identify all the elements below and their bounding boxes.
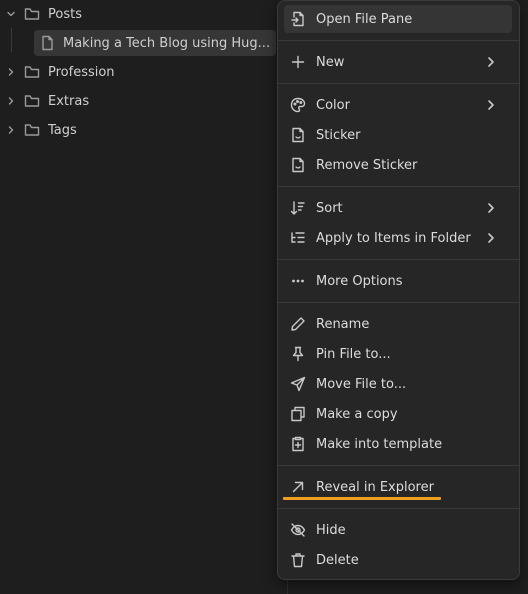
folder-icon [24,122,40,138]
menu-item-label: Hide [316,522,346,538]
menu-item-label: Delete [316,552,359,568]
trash-icon [290,552,306,568]
chevron-right-icon[interactable] [4,94,18,108]
menu-item-make-copy[interactable]: Make a copy [284,400,512,428]
menu-item-label: Color [316,97,350,113]
menu-item-sort[interactable]: Sort [284,194,512,222]
more-horizontal-icon [290,273,306,289]
menu-item-sticker[interactable]: Sticker [284,121,512,149]
menu-separator [278,259,519,260]
menu-item-label: Reveal in Explorer [316,479,434,495]
file-label: Making a Tech Blog using Hug... [63,35,271,51]
menu-item-open-file-pane[interactable]: Open File Pane [284,5,512,33]
menu-item-label: Make a copy [316,406,398,422]
menu-item-move-file[interactable]: Move File to... [284,370,512,398]
menu-item-label: Remove Sticker [316,157,418,173]
pin-icon [290,346,306,362]
chevron-right-icon [484,201,498,215]
menu-item-label: Move File to... [316,376,407,392]
menu-separator [278,302,519,303]
menu-item-rename[interactable]: Rename [284,310,512,338]
menu-item-more-options[interactable]: More Options [284,267,512,295]
send-icon [290,376,306,392]
context-menu: Open File Pane New Color Sticker Remove … [277,0,520,580]
chevron-right-icon [484,55,498,69]
copy-icon [290,406,306,422]
menu-item-label: Sort [316,200,343,216]
menu-separator [278,465,519,466]
list-tree-icon [290,230,306,246]
menu-item-pin-file[interactable]: Pin File to... [284,340,512,368]
menu-separator [278,40,519,41]
menu-item-make-template[interactable]: Make into template [284,430,512,458]
menu-separator [278,186,519,187]
menu-item-remove-sticker[interactable]: Remove Sticker [284,151,512,179]
menu-item-label: Rename [316,316,370,332]
sticker-icon [290,157,306,173]
file-item-tech-blog[interactable]: Making a Tech Blog using Hug... [34,30,276,56]
pencil-icon [290,316,306,332]
plus-icon [290,54,306,70]
chevron-down-icon[interactable] [4,7,18,21]
file-explorer: Posts Making a Tech Blog using Hug... Pr… [0,0,287,594]
chevron-right-icon[interactable] [4,123,18,137]
clipboard-plus-icon [290,436,306,452]
folder-profession[interactable]: Profession [4,59,115,85]
menu-item-label: New [316,54,345,70]
menu-item-delete[interactable]: Delete [284,546,512,574]
eye-off-icon [290,522,306,538]
menu-item-label: Sticker [316,127,361,143]
chevron-right-icon [484,98,498,112]
menu-item-label: Make into template [316,436,443,452]
highlight-underline [283,497,441,500]
menu-separator [278,508,519,509]
palette-icon [290,97,306,113]
folder-label: Posts [48,6,82,22]
folder-icon [24,64,40,80]
folder-label: Extras [48,93,90,109]
menu-item-color[interactable]: Color [284,91,512,119]
menu-item-label: More Options [316,273,403,289]
file-input-icon [290,11,306,27]
menu-item-new[interactable]: New [284,48,512,76]
arrow-up-right-icon [290,479,306,495]
menu-item-label: Pin File to... [316,346,391,362]
menu-item-label: Open File Pane [316,11,413,27]
chevron-right-icon[interactable] [4,65,18,79]
folder-icon [24,93,40,109]
folder-extras[interactable]: Extras [4,88,89,114]
file-icon [39,35,55,51]
menu-separator [278,83,519,84]
menu-item-hide[interactable]: Hide [284,516,512,544]
folder-tags[interactable]: Tags [4,117,77,143]
sticker-icon [290,127,306,143]
menu-item-apply-to-items[interactable]: Apply to Items in Folder [284,224,512,252]
folder-posts[interactable]: Posts [4,1,82,27]
folder-label: Profession [48,64,115,80]
folder-icon [24,6,40,22]
tree-guide-line [11,28,12,52]
folder-label: Tags [48,122,77,138]
sort-icon [290,200,306,216]
menu-item-label: Apply to Items in Folder [316,230,471,246]
chevron-right-icon [484,231,498,245]
